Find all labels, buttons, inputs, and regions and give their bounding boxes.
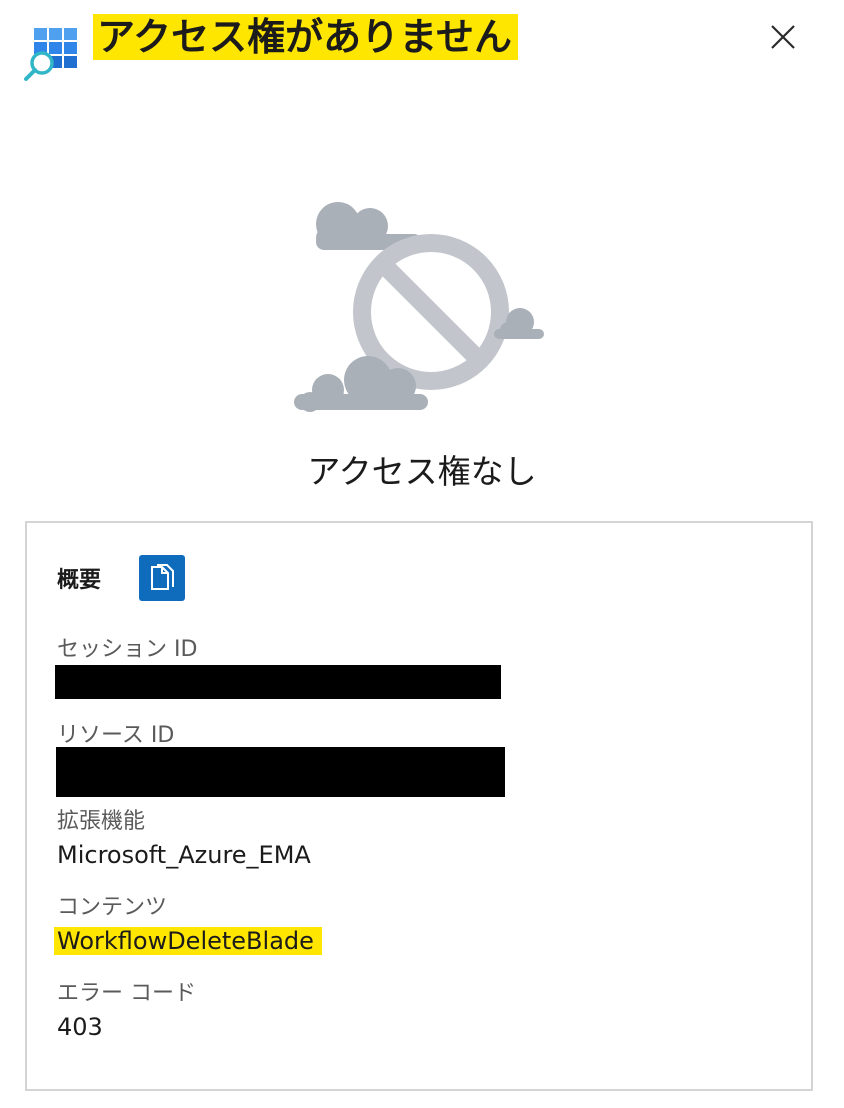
session-id-value-redacted (55, 665, 501, 699)
error-code-value: 403 (57, 1013, 103, 1041)
close-icon[interactable] (764, 18, 802, 56)
session-id-label: セッション ID (57, 637, 198, 662)
error-code-label: エラー コード (57, 981, 196, 1006)
no-access-subtitle: アクセス権なし (307, 452, 537, 491)
summary-heading: 概要 (57, 568, 102, 593)
extension-value: Microsoft_Azure_EMA (57, 841, 311, 869)
blade-header: アクセス権がありません (0, 0, 844, 90)
page-title-container: アクセス権がありません (93, 14, 518, 60)
content-label: コンテンツ (57, 895, 168, 920)
content-value-container: WorkflowDeleteBlade (54, 925, 322, 957)
no-access-cloud-icon (294, 202, 544, 412)
content-value: WorkflowDeleteBlade (54, 927, 322, 955)
page-title: アクセス権がありません (93, 14, 518, 60)
resource-id-value-redacted (56, 747, 505, 797)
extension-label: 拡張機能 (57, 809, 146, 834)
copy-button[interactable] (139, 555, 185, 601)
resource-search-icon (24, 28, 77, 81)
summary-panel: 概要 セッション ID リソース ID 拡張機能 Microsoft_Azure… (25, 521, 813, 1091)
copy-icon (151, 564, 174, 590)
